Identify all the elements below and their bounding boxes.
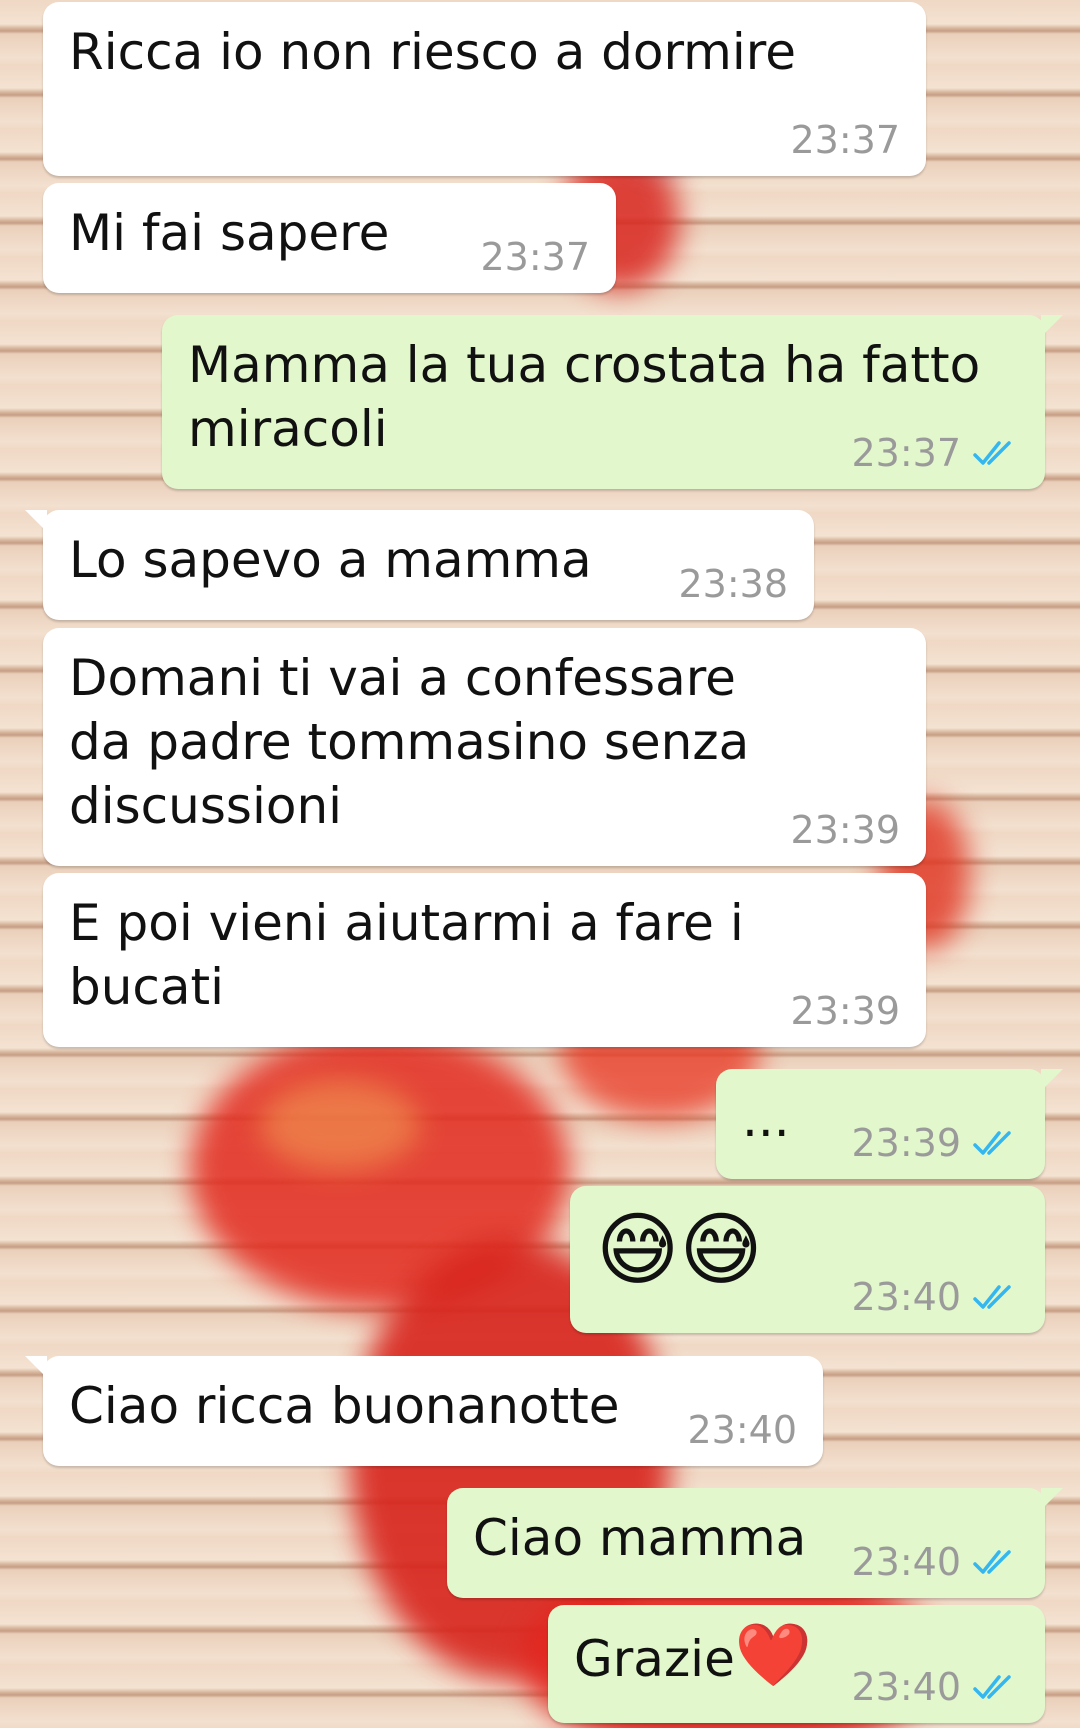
incoming-message[interactable]: Domani ti vai a confessare da padre tomm… [43,628,926,866]
message-time: 23:37 [851,431,961,475]
message-time: 23:40 [851,1665,961,1709]
message-meta: 23:38 [678,562,788,606]
incoming-message[interactable]: Ciao ricca buonanotte 23:40 [25,1356,823,1466]
outgoing-message[interactable]: Mamma la tua crostata ha fatto miracoli … [162,315,1063,489]
outgoing-message[interactable]: Ciao mamma 23:40 [447,1488,1063,1598]
message-text: E poi vieni aiutarmi a fare i bucati [69,894,744,1016]
message-time: 23:40 [687,1408,797,1452]
heart-emoji: ❤️ [734,1618,813,1691]
message-text: Ricca io non riesco a dormire [69,23,796,81]
outgoing-message[interactable]: Grazie❤️ 23:40 [548,1605,1045,1723]
message-time: 23:38 [678,562,788,606]
double-check-icon [973,1675,1011,1699]
message-text-part: Grazie [574,1630,735,1688]
message-text: Domani ti vai a confessare da padre tomm… [69,649,750,835]
incoming-message[interactable]: Ricca io non riesco a dormire 23:37 [43,2,926,176]
double-check-icon [973,1285,1011,1309]
message-meta: 23:40 [687,1408,797,1452]
message-meta: 23:37 [480,235,590,279]
message-time: 23:39 [790,989,900,1033]
double-check-icon [973,441,1011,465]
double-check-icon [973,1550,1011,1574]
incoming-message[interactable]: Lo sapevo a mamma 23:38 [25,510,814,620]
incoming-message[interactable]: E poi vieni aiutarmi a fare i bucati 23:… [43,873,926,1047]
message-time: 23:39 [790,808,900,852]
outgoing-message[interactable]: ... 23:39 [716,1069,1063,1179]
message-time: 23:37 [480,235,590,279]
message-meta: 23:40 [851,1275,1019,1319]
message-time: 23:39 [851,1121,961,1165]
message-meta: 23:37 [790,118,900,162]
message-time: 23:40 [851,1540,961,1584]
double-check-icon [973,1131,1011,1155]
message-meta: 23:39 [790,989,900,1033]
message-time: 23:40 [851,1275,961,1319]
message-meta: 23:37 [851,431,1019,475]
message-meta: 23:40 [851,1540,1019,1584]
message-list[interactable]: Ricca io non riesco a dormire 23:37 Mi f… [0,0,1080,1728]
message-meta: 23:39 [851,1121,1019,1165]
message-meta: 23:40 [851,1665,1019,1709]
message-meta: 23:39 [790,808,900,852]
incoming-message[interactable]: Mi fai sapere 23:37 [43,183,616,293]
outgoing-message[interactable]: 😅😅 23:40 [570,1186,1045,1333]
message-time: 23:37 [790,118,900,162]
